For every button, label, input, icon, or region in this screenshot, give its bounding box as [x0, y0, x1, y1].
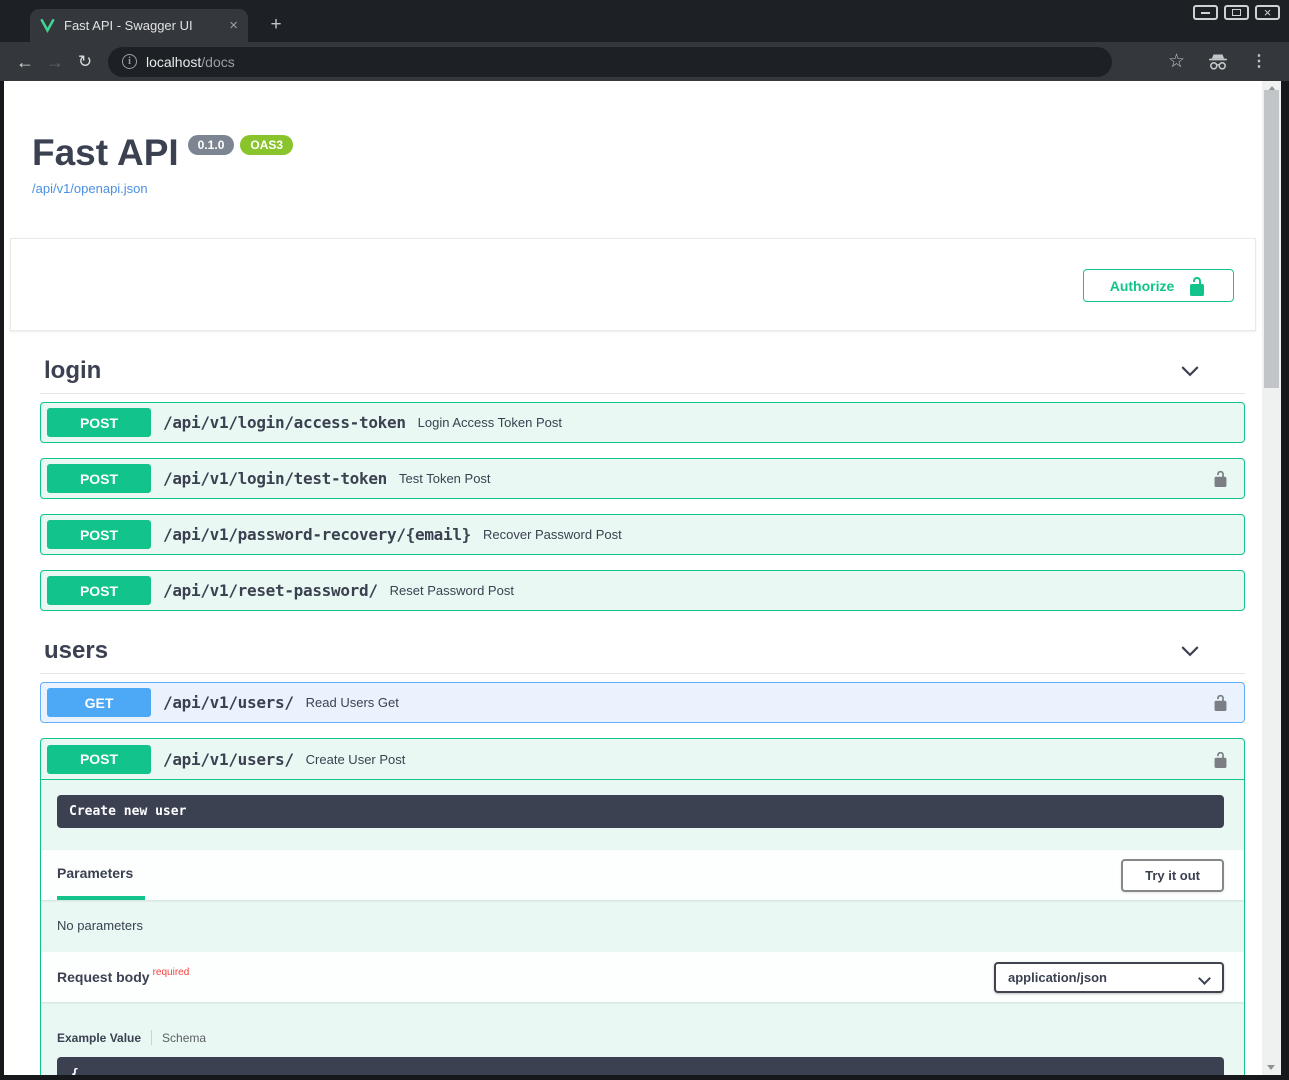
tab-example-value[interactable]: Example Value: [57, 1031, 141, 1045]
opblock-password-recovery[interactable]: POST /api/v1/password-recovery/{email} R…: [40, 514, 1245, 555]
endpoint-summary: Read Users Get: [306, 695, 399, 710]
reload-button[interactable]: ↻: [70, 53, 100, 70]
site-info-icon[interactable]: i: [122, 54, 137, 69]
authorize-button[interactable]: Authorize: [1083, 269, 1234, 302]
media-type-value: application/json: [1008, 970, 1107, 985]
opblock-login-test-token[interactable]: POST /api/v1/login/test-token Test Token…: [40, 458, 1245, 499]
method-badge: POST: [47, 576, 151, 605]
unlocked-padlock-icon: [1212, 470, 1229, 487]
tab-close-icon[interactable]: ×: [229, 18, 238, 33]
browser-toolbar: ← → ↻ i localhost/docs ☆ ⋮: [0, 42, 1289, 81]
window-controls: ×: [1193, 5, 1280, 20]
endpoint-summary: Test Token Post: [399, 471, 491, 486]
example-tabs: Example Value Schema: [57, 1030, 1224, 1045]
method-badge: POST: [47, 408, 151, 437]
incognito-icon[interactable]: [1207, 53, 1229, 71]
window-titlebar: Fast API - Swagger UI × + ×: [0, 0, 1289, 42]
tab-schema[interactable]: Schema: [162, 1031, 206, 1045]
openapi-spec-link[interactable]: /api/v1/openapi.json: [32, 181, 148, 196]
url-text: localhost/docs: [146, 54, 235, 70]
maximize-button[interactable]: [1224, 5, 1249, 20]
media-type-select[interactable]: application/json: [994, 962, 1224, 993]
section-login-header[interactable]: login: [40, 357, 1245, 394]
close-button[interactable]: ×: [1255, 5, 1280, 20]
minimize-icon: [1201, 12, 1210, 14]
method-badge: POST: [47, 464, 151, 493]
request-body-label: Request body: [57, 969, 150, 985]
parameters-header: Parameters Try it out: [41, 850, 1244, 900]
scheme-container: Authorize: [10, 238, 1256, 331]
endpoint-path: /api/v1/reset-password/: [163, 581, 378, 600]
auth-lock-button[interactable]: [1212, 470, 1229, 487]
minimize-button[interactable]: [1193, 5, 1218, 20]
endpoint-path: /api/v1/password-recovery/{email}: [163, 525, 471, 544]
api-info: Fast API 0.1.0 OAS3 /api/v1/openapi.json: [32, 132, 1238, 198]
back-button[interactable]: ←: [10, 53, 40, 71]
method-badge: POST: [47, 520, 151, 549]
endpoint-path: /api/v1/users/: [163, 693, 294, 712]
oas3-badge: OAS3: [240, 135, 293, 155]
endpoint-summary: Recover Password Post: [483, 527, 622, 542]
endpoint-path: /api/v1/users/: [163, 750, 294, 769]
api-badges: 0.1.0 OAS3: [188, 135, 293, 155]
vue-favicon-icon: [40, 18, 55, 33]
parameters-tab[interactable]: Parameters: [57, 850, 145, 900]
method-badge: POST: [47, 745, 151, 774]
try-it-out-button[interactable]: Try it out: [1121, 859, 1224, 892]
unlocked-padlock-icon: [1212, 751, 1229, 768]
maximize-icon: [1232, 9, 1241, 16]
auth-lock-button[interactable]: [1212, 694, 1229, 711]
opblock-reset-password[interactable]: POST /api/v1/reset-password/ Reset Passw…: [40, 570, 1245, 611]
chevron-down-icon[interactable]: [1179, 640, 1201, 662]
section-login: login POST /api/v1/login/access-token Lo…: [40, 357, 1245, 611]
unlocked-padlock-icon: [1212, 694, 1229, 711]
page-scrollbar[interactable]: [1262, 81, 1281, 1075]
method-badge: GET: [47, 688, 151, 717]
page-viewport: Fast API 0.1.0 OAS3 /api/v1/openapi.json…: [4, 81, 1262, 1075]
auth-lock-button[interactable]: [1212, 751, 1229, 768]
scrollbar-thumb[interactable]: [1264, 90, 1279, 388]
new-tab-button[interactable]: +: [263, 12, 289, 38]
forward-button[interactable]: →: [40, 53, 70, 71]
section-users-header[interactable]: users: [40, 637, 1245, 674]
chevron-down-icon[interactable]: [1179, 360, 1201, 382]
opblock-read-users[interactable]: GET /api/v1/users/ Read Users Get: [40, 682, 1245, 723]
operation-description: Create new user: [57, 795, 1224, 828]
url-bar[interactable]: i localhost/docs: [108, 47, 1112, 77]
scrollbar-down-icon[interactable]: [1267, 1065, 1275, 1070]
opblock-login-access-token[interactable]: POST /api/v1/login/access-token Login Ac…: [40, 402, 1245, 443]
model-example: Example Value Schema {: [57, 1030, 1224, 1075]
version-badge: 0.1.0: [188, 135, 235, 155]
browser-tab[interactable]: Fast API - Swagger UI ×: [30, 9, 248, 42]
browser-menu-icon[interactable]: ⋮: [1251, 54, 1267, 70]
section-users-title: users: [44, 637, 108, 665]
request-body-header: Request body required application/json: [41, 952, 1244, 1002]
url-path: /docs: [201, 54, 234, 70]
opblock-create-user-summary[interactable]: POST /api/v1/users/ Create User Post: [41, 739, 1244, 780]
opblock-create-user: POST /api/v1/users/ Create User Post Cre…: [40, 738, 1245, 1075]
no-parameters-text: No parameters: [41, 900, 1244, 952]
endpoint-path: /api/v1/login/test-token: [163, 469, 387, 488]
toolbar-right-icons: ☆ ⋮: [1168, 52, 1279, 71]
section-login-title: login: [44, 357, 101, 385]
endpoint-summary: Create User Post: [306, 752, 406, 767]
example-code-block: {: [57, 1057, 1224, 1075]
tab-separator: [151, 1030, 152, 1045]
endpoint-summary: Reset Password Post: [390, 583, 514, 598]
opblock-body: Create new user Parameters Try it out No…: [41, 795, 1244, 1075]
section-users: users GET /api/v1/users/ Read Users Get …: [40, 637, 1245, 1075]
authorize-label: Authorize: [1110, 278, 1175, 294]
endpoint-path: /api/v1/login/access-token: [163, 413, 406, 432]
url-host: localhost: [146, 54, 201, 70]
bookmark-star-icon[interactable]: ☆: [1168, 52, 1185, 71]
page-title: Fast API: [32, 132, 179, 174]
unlocked-padlock-icon: [1187, 276, 1207, 296]
api-title-row: Fast API 0.1.0 OAS3: [32, 132, 1238, 174]
tab-title: Fast API - Swagger UI: [64, 18, 220, 33]
required-flag: required: [153, 967, 190, 978]
endpoint-summary: Login Access Token Post: [418, 415, 562, 430]
